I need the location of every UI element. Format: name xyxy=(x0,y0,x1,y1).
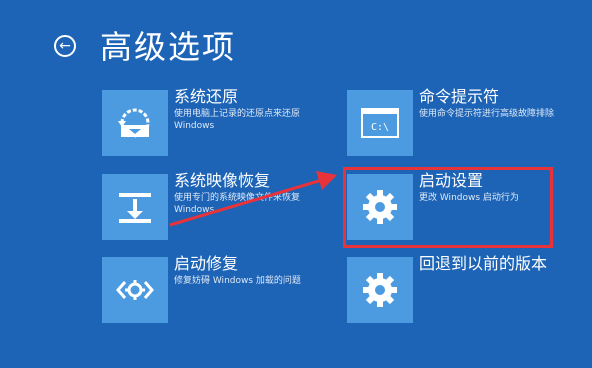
option-description: 使用电脑上记录的还原点来还原 Windows xyxy=(174,109,301,131)
gear-icon xyxy=(347,174,413,240)
option-startup-repair[interactable]: 启动修复 修复妨碍 Windows 加载的问题 xyxy=(102,254,324,327)
option-system-restore[interactable]: 系统还原 使用电脑上记录的还原点来还原 Windows xyxy=(102,87,324,160)
option-description: 使用命令提示符进行高级故障排除 xyxy=(419,109,555,119)
command-prompt-icon: C:\ xyxy=(347,90,413,156)
option-title: 命令提示符 xyxy=(419,87,500,106)
option-startup-settings[interactable]: 启动设置 更改 Windows 启动行为 xyxy=(347,171,569,244)
option-title: 回退到以前的版本 xyxy=(419,254,548,273)
option-description: 使用专门的系统映像文件来恢复 Windows xyxy=(174,193,301,215)
option-system-image-recovery[interactable]: 系统映像恢复 使用专门的系统映像文件来恢复 Windows xyxy=(102,171,324,244)
option-command-prompt[interactable]: C:\ 命令提示符 使用命令提示符进行高级故障排除 xyxy=(347,87,569,160)
option-title: 启动设置 xyxy=(419,171,484,190)
page-title: 高级选项 xyxy=(100,28,237,66)
option-go-back[interactable]: 回退到以前的版本 xyxy=(347,254,569,327)
restore-icon xyxy=(102,90,168,156)
option-title: 系统映像恢复 xyxy=(174,171,271,190)
option-description: 更改 Windows 启动行为 xyxy=(419,193,519,203)
option-title: 启动修复 xyxy=(174,254,239,273)
gear-icon xyxy=(347,257,413,323)
image-recovery-icon xyxy=(102,174,168,240)
startup-repair-icon xyxy=(102,257,168,323)
back-arrow-icon: ← xyxy=(59,38,71,54)
svg-text:C:\: C:\ xyxy=(371,122,389,133)
option-title: 系统还原 xyxy=(174,87,239,106)
back-button[interactable]: ← xyxy=(54,35,76,57)
option-description: 修复妨碍 Windows 加载的问题 xyxy=(174,276,301,286)
